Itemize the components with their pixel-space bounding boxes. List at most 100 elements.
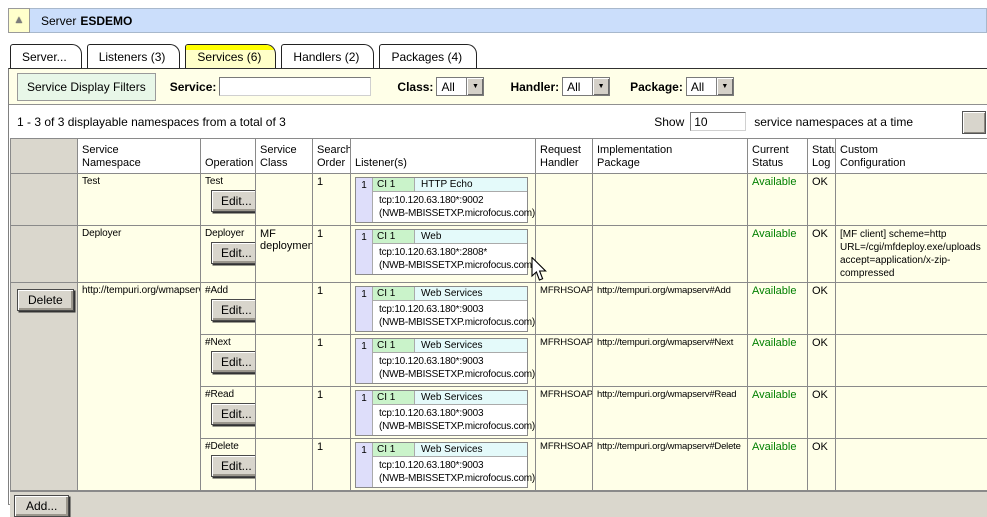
service-class-cell: MF deployment bbox=[256, 226, 313, 283]
listener-box[interactable]: 1CI 1HTTP Echotcp:10.120.63.180*:9002(NW… bbox=[355, 177, 528, 223]
row-action-cell: Delete bbox=[11, 283, 78, 491]
status-log-cell: OK bbox=[808, 335, 836, 387]
delete-service-button[interactable]: Delete bbox=[17, 289, 74, 311]
table-footer-bar: Add... bbox=[10, 491, 987, 517]
service-namespace-cell: Test bbox=[78, 174, 201, 226]
listener-endpoint: tcp:10.120.63.180*:2808* bbox=[379, 246, 524, 259]
class-filter-value: All bbox=[437, 78, 466, 95]
services-table: Service Namespace Operation Service Clas… bbox=[10, 138, 987, 491]
service-namespace: Deployer bbox=[82, 228, 121, 239]
service-row: Deletehttp://tempuri.org/wmapserv#AddEdi… bbox=[11, 283, 987, 335]
request-handler-cell: MFRHSOAP bbox=[536, 439, 593, 491]
col-header-listeners: Listener(s) bbox=[351, 139, 536, 174]
custom-configuration-cell bbox=[836, 283, 987, 335]
listener-box[interactable]: 1CI 1Web Servicestcp:10.120.63.180*:9003… bbox=[355, 442, 528, 488]
tab-listeners[interactable]: Listeners (3) bbox=[87, 44, 181, 69]
listener-index: 1 bbox=[356, 230, 373, 274]
status-log-cell: OK bbox=[808, 226, 836, 283]
service-filter-bar: Service Display Filters Service: Class: … bbox=[9, 69, 987, 105]
listener-cell: 1CI 1Webtcp:10.120.63.180*:2808*(NWB-MBI… bbox=[351, 226, 536, 283]
edit-service-button[interactable]: Edit... bbox=[211, 403, 256, 425]
package-filter-select[interactable]: All ▼ bbox=[686, 77, 734, 96]
row-action-cell bbox=[11, 174, 78, 226]
operation-cell: Test Edit... bbox=[201, 174, 256, 226]
implementation-package-cell bbox=[593, 174, 748, 226]
listener-address: tcp:10.120.63.180*:9002(NWB-MBISSETXP.mi… bbox=[373, 192, 527, 222]
edit-service-button[interactable]: Edit... bbox=[211, 242, 256, 264]
current-status-cell: Available bbox=[748, 387, 808, 439]
pagination-edge-button[interactable] bbox=[962, 111, 986, 134]
service-filter-input[interactable] bbox=[219, 77, 371, 96]
listener-main: CI 1Web Servicestcp:10.120.63.180*:9003(… bbox=[373, 391, 527, 435]
tab-handlers[interactable]: Handlers (2) bbox=[281, 44, 374, 69]
request-handler-cell bbox=[536, 174, 593, 226]
class-filter-label: Class: bbox=[397, 80, 433, 94]
current-status-cell: Available bbox=[748, 439, 808, 491]
listener-title-row: CI 1Web Services bbox=[373, 443, 527, 457]
listener-conversation: CI 1 bbox=[373, 339, 415, 352]
listener-address: tcp:10.120.63.180*:9003(NWB-MBISSETXP.mi… bbox=[373, 353, 527, 383]
listener-box[interactable]: 1CI 1Web Servicestcp:10.120.63.180*:9003… bbox=[355, 286, 528, 332]
status-log-cell: OK bbox=[808, 439, 836, 491]
request-handler-cell bbox=[536, 226, 593, 283]
search-order-cell: 1 bbox=[313, 283, 351, 335]
operation-name: Deployer bbox=[205, 228, 251, 239]
pagination-summary: 1 - 3 of 3 displayable namespaces from a… bbox=[17, 115, 654, 129]
pagination-bar: 1 - 3 of 3 displayable namespaces from a… bbox=[9, 105, 987, 138]
tab-packages[interactable]: Packages (4) bbox=[379, 44, 477, 69]
listener-host: (NWB-MBISSETXP.microfocus.com) bbox=[379, 472, 524, 485]
col-header-service-class: Service Class bbox=[256, 139, 313, 174]
show-label: Show bbox=[654, 115, 684, 129]
current-status-cell: Available bbox=[748, 283, 808, 335]
tab-services[interactable]: Services (6) bbox=[185, 44, 276, 69]
tab-server[interactable]: Server... bbox=[10, 44, 82, 69]
listener-endpoint: tcp:10.120.63.180*:9003 bbox=[379, 303, 524, 316]
listener-name: Web bbox=[415, 230, 527, 243]
edit-service-button[interactable]: Edit... bbox=[211, 299, 256, 321]
edit-service-button[interactable]: Edit... bbox=[211, 455, 256, 477]
listener-host: (NWB-MBISSETXP.microfocus.com) bbox=[379, 368, 524, 381]
current-status-cell: Available bbox=[748, 226, 808, 283]
listener-title-row: CI 1Web bbox=[373, 230, 527, 244]
package-filter-value: All bbox=[687, 78, 716, 95]
listener-address: tcp:10.120.63.180*:9003(NWB-MBISSETXP.mi… bbox=[373, 301, 527, 331]
edit-service-button[interactable]: Edit... bbox=[211, 190, 256, 212]
edit-service-button[interactable]: Edit... bbox=[211, 351, 256, 373]
class-dropdown-arrow-icon: ▼ bbox=[466, 78, 483, 95]
row-action-cell bbox=[11, 226, 78, 283]
package-filter-label: Package: bbox=[630, 80, 683, 94]
custom-configuration-cell bbox=[836, 174, 987, 226]
add-service-button[interactable]: Add... bbox=[14, 495, 69, 517]
collapse-button[interactable]: ▲ bbox=[8, 8, 30, 33]
handler-filter-select[interactable]: All ▼ bbox=[562, 77, 610, 96]
listener-box[interactable]: 1CI 1Web Servicestcp:10.120.63.180*:9003… bbox=[355, 390, 528, 436]
listener-index: 1 bbox=[356, 339, 373, 383]
tab-server-label: Server... bbox=[22, 50, 67, 64]
listener-index: 1 bbox=[356, 443, 373, 487]
server-name: ESDEMO bbox=[80, 14, 132, 28]
listener-main: CI 1Web Servicestcp:10.120.63.180*:9003(… bbox=[373, 339, 527, 383]
listener-name: Web Services bbox=[415, 339, 527, 352]
table-header-row: Service Namespace Operation Service Clas… bbox=[11, 139, 987, 174]
implementation-package-cell bbox=[593, 226, 748, 283]
search-order-cell: 1 bbox=[313, 226, 351, 283]
collapse-triangle-icon: ▲ bbox=[14, 15, 25, 26]
tab-listeners-label: Listeners (3) bbox=[99, 50, 166, 64]
status-log-cell: OK bbox=[808, 283, 836, 335]
request-handler-cell: MFRHSOAP bbox=[536, 387, 593, 439]
listener-box[interactable]: 1CI 1Web Servicestcp:10.120.63.180*:9003… bbox=[355, 338, 528, 384]
operation-name: Test bbox=[205, 176, 251, 187]
service-class-cell bbox=[256, 174, 313, 226]
col-header-request-handler: Request Handler bbox=[536, 139, 593, 174]
implementation-package-cell: http://tempuri.org/wmapserv#Read bbox=[593, 387, 748, 439]
current-status-cell: Available bbox=[748, 335, 808, 387]
listener-title-row: CI 1Web Services bbox=[373, 391, 527, 405]
listener-title-row: CI 1Web Services bbox=[373, 287, 527, 301]
listener-box[interactable]: 1CI 1Webtcp:10.120.63.180*:2808*(NWB-MBI… bbox=[355, 229, 528, 275]
listener-conversation: CI 1 bbox=[373, 178, 415, 191]
class-filter-select[interactable]: All ▼ bbox=[436, 77, 484, 96]
show-count-input[interactable] bbox=[690, 112, 746, 131]
listener-address: tcp:10.120.63.180*:2808*(NWB-MBISSETXP.m… bbox=[373, 244, 527, 274]
search-order-cell: 1 bbox=[313, 439, 351, 491]
tab-packages-label: Packages (4) bbox=[391, 50, 462, 64]
